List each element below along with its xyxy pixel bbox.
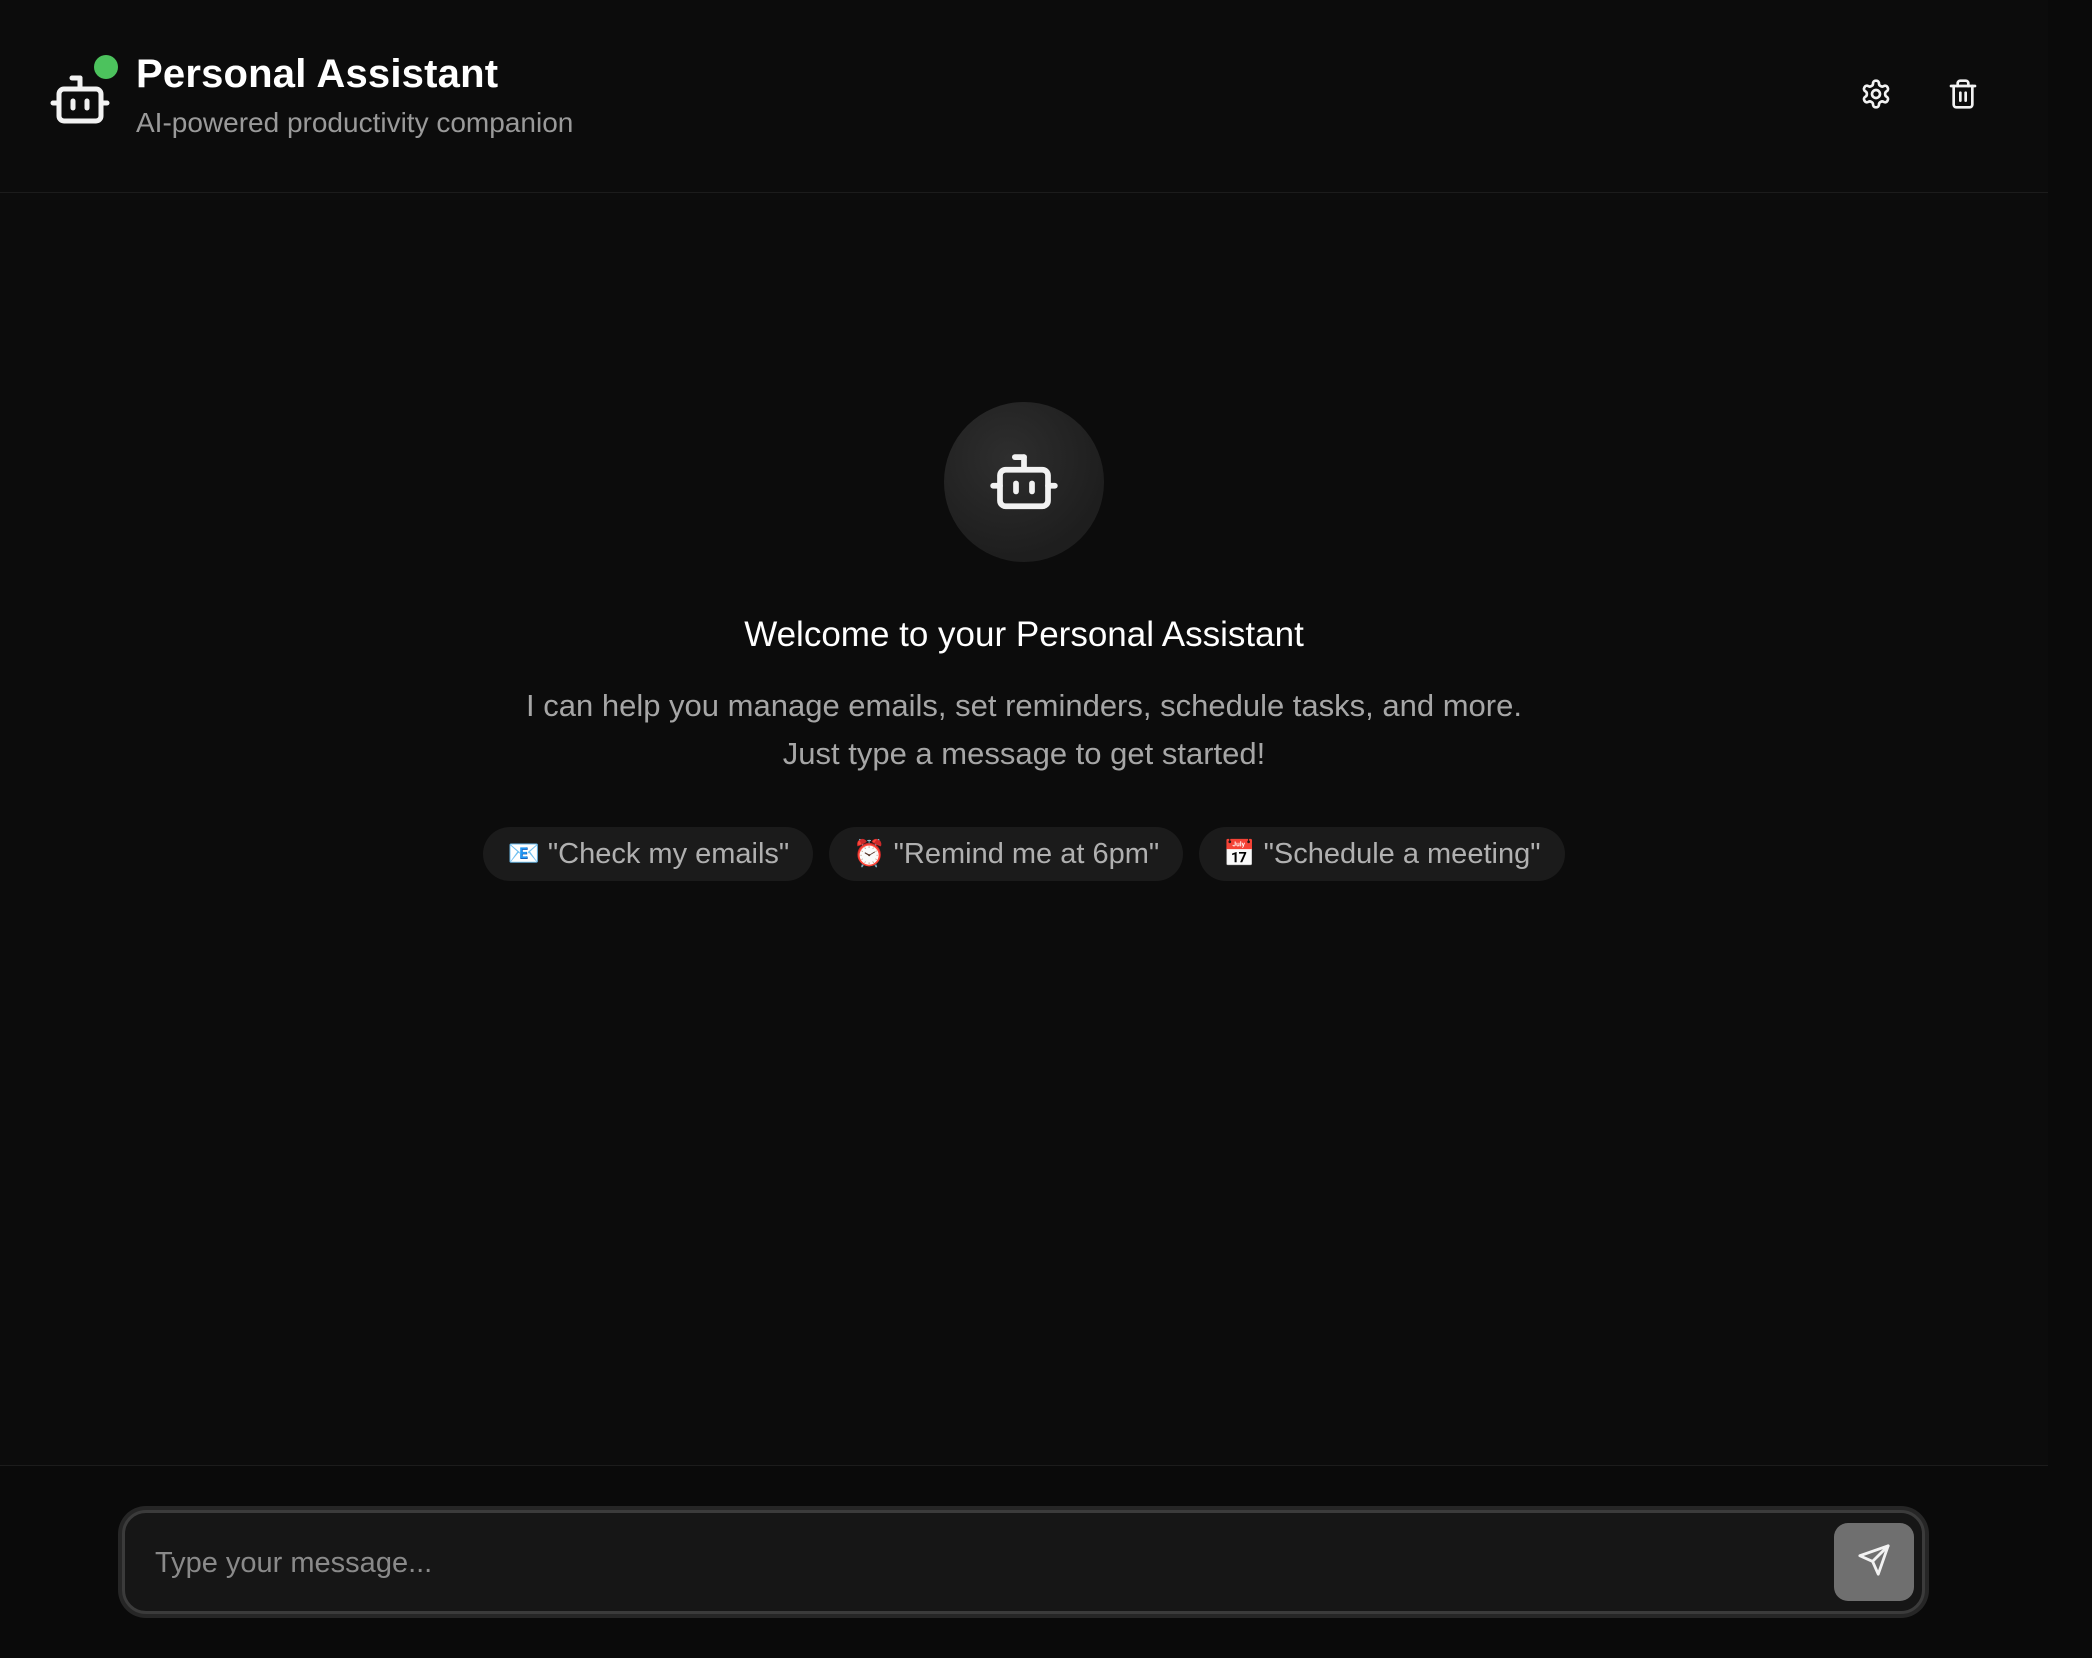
online-status-dot — [94, 55, 118, 79]
app-title: Personal Assistant — [136, 52, 499, 96]
suggestion-schedule-meeting[interactable]: 📅 "Schedule a meeting" — [1199, 827, 1565, 881]
welcome-title: Welcome to your Personal Assistant — [744, 615, 1304, 654]
send-button[interactable] — [1834, 1523, 1914, 1601]
send-icon — [1857, 1543, 1891, 1582]
alarm-clock-icon: ⏰ — [853, 839, 886, 869]
welcome-description: I can help you manage emails, set remind… — [526, 688, 1522, 771]
assistant-avatar — [944, 402, 1104, 562]
bot-icon — [987, 448, 1061, 517]
message-composer — [122, 1510, 1925, 1614]
suggestion-label: "Remind me at 6pm" — [893, 837, 1160, 870]
suggestion-label: "Check my emails" — [547, 837, 790, 870]
suggestion-remind-me[interactable]: ⏰ "Remind me at 6pm" — [829, 827, 1184, 881]
clear-chat-button[interactable] — [1941, 74, 1985, 118]
window-edge — [2048, 0, 2092, 1658]
suggestion-check-emails[interactable]: 📧 "Check my emails" — [483, 827, 814, 881]
app-subtitle: AI-powered productivity companion — [136, 107, 574, 138]
gear-icon — [1860, 78, 1892, 115]
header: Personal Assistant AI-powered productivi… — [0, 0, 2048, 193]
bot-icon — [50, 70, 110, 126]
calendar-icon: 📅 — [1223, 839, 1256, 869]
email-icon: 📧 — [507, 839, 540, 869]
trash-icon — [1947, 78, 1979, 115]
message-input[interactable] — [153, 1533, 1777, 1593]
app-window: Personal Assistant AI-powered productivi… — [0, 0, 2048, 1658]
settings-button[interactable] — [1854, 74, 1898, 118]
suggestion-chips: 📧 "Check my emails" ⏰ "Remind me at 6pm"… — [0, 827, 2048, 881]
suggestion-label: "Schedule a meeting" — [1263, 837, 1541, 870]
